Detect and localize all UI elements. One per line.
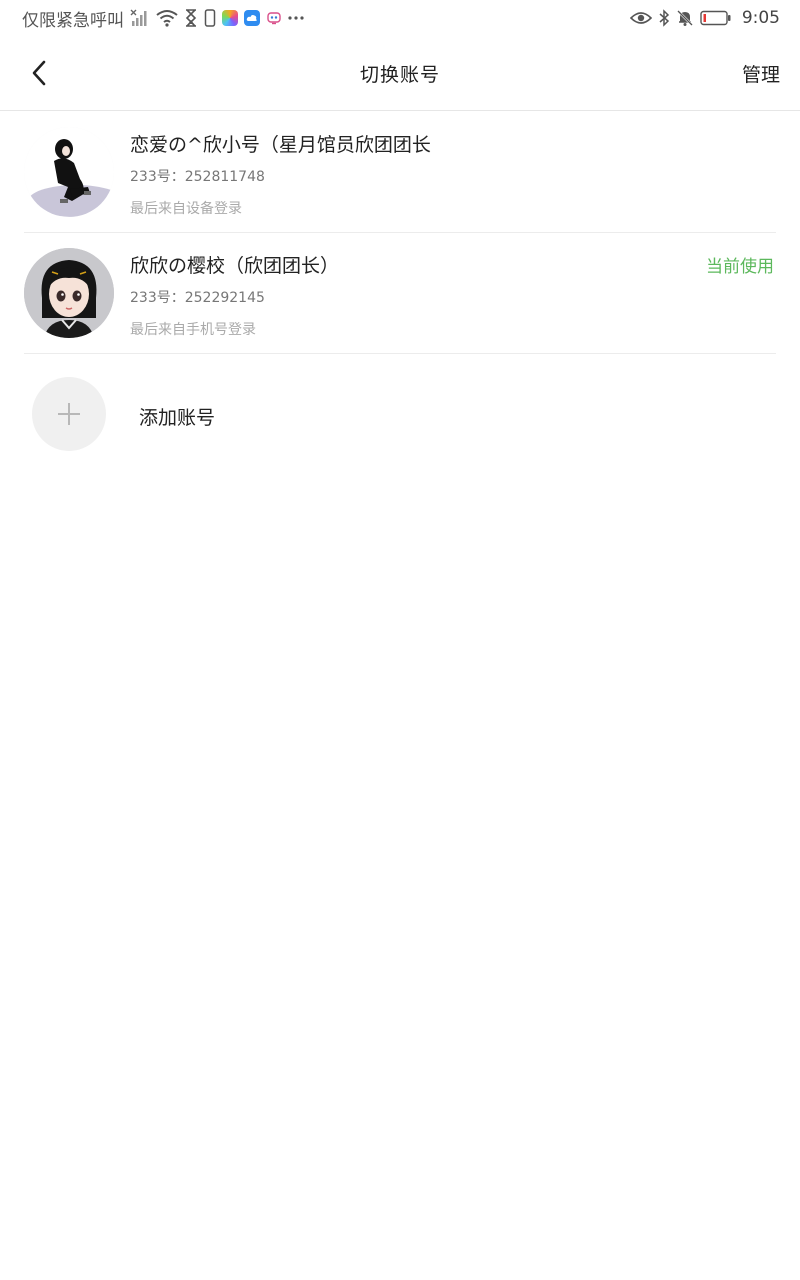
account-list: 恋爱の^欣小号（星月馆员欣团团长 233号：252811748 最后来自设备登录: [24, 112, 776, 474]
wifi-icon: [156, 8, 178, 28]
screen: 仅限紧急呼叫 9:05 切换账号 管理 恋爱の^欣小号（星月馆员欣团团长 233…: [0, 0, 800, 1280]
status-bar: 仅限紧急呼叫 9:05: [0, 0, 800, 36]
account-name: 恋爱の^欣小号（星月馆员欣团团长: [130, 134, 431, 156]
more-dots-icon: [288, 8, 304, 28]
account-login-info: 最后来自设备登录: [130, 201, 242, 217]
add-account-circle: [32, 377, 106, 451]
manage-button[interactable]: 管理: [742, 60, 780, 87]
avatar: [24, 248, 114, 338]
nav-bar: 切换账号 管理: [0, 36, 800, 111]
plus-icon: [58, 403, 80, 425]
eye-icon: [629, 8, 652, 28]
battery-low-icon: [700, 8, 732, 28]
app-photos-icon: [222, 10, 238, 26]
phone-icon: [204, 8, 216, 28]
status-time: 9:05: [741, 8, 780, 28]
status-bar-right: 9:05: [629, 8, 780, 28]
account-id: 233号：252292145: [130, 290, 265, 306]
no-signal-icon: [130, 8, 150, 28]
hourglass-icon: [184, 8, 198, 28]
app-cloud-icon: [244, 10, 260, 26]
account-id: 233号：252811748: [130, 169, 265, 185]
mute-bell-icon: [676, 8, 694, 28]
account-name: 欣欣の樱校（欣团团长）: [130, 255, 340, 277]
app-bot-icon: [266, 8, 282, 28]
current-account-badge: 当前使用: [706, 257, 774, 277]
carrier-text: 仅限紧急呼叫: [22, 10, 124, 31]
avatar: [24, 127, 114, 217]
account-login-info: 最后来自手机号登录: [130, 322, 256, 338]
page-title: 切换账号: [359, 64, 440, 86]
account-row-2[interactable]: 欣欣の樱校（欣团团长） 233号：252292145 最后来自手机号登录 当前使…: [24, 233, 776, 354]
bluetooth-icon: [658, 8, 670, 28]
account-row-1[interactable]: 恋爱の^欣小号（星月馆员欣团团长 233号：252811748 最后来自设备登录: [24, 112, 776, 233]
status-bar-left: 仅限紧急呼叫: [22, 6, 304, 31]
add-account-button[interactable]: 添加账号: [24, 354, 776, 474]
add-account-label: 添加账号: [139, 407, 216, 429]
